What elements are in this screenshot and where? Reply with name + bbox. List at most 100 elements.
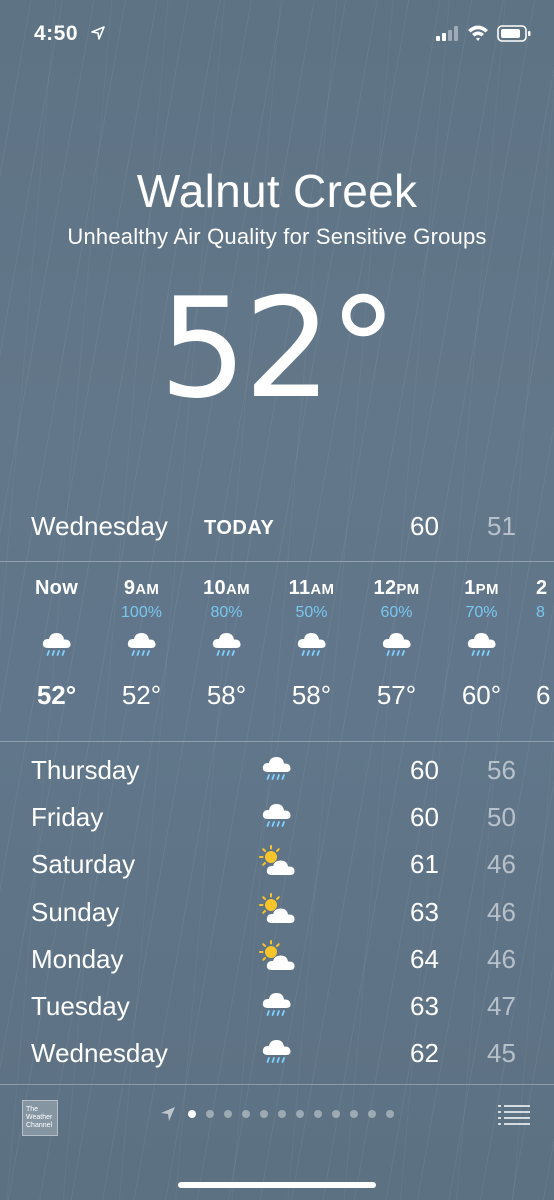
current-temperature: 52°: [159, 268, 398, 429]
page-dot[interactable]: [242, 1110, 250, 1118]
page-dot[interactable]: [188, 1110, 196, 1118]
day-high: 61: [410, 849, 439, 880]
page-dot[interactable]: [296, 1110, 304, 1118]
page-dot[interactable]: [260, 1110, 268, 1118]
day-name: Sunday: [31, 896, 120, 927]
rain-cloud-icon: [466, 632, 496, 656]
hour-temp: 52°: [121, 680, 162, 710]
status-bar: 4:50: [0, 0, 554, 70]
hour-label: 12: [373, 577, 397, 599]
page-dot[interactable]: [368, 1110, 376, 1118]
day-low: 56: [487, 755, 516, 785]
current-location-icon: [161, 1107, 175, 1121]
hour-label: 2: [536, 577, 548, 599]
wifi-icon: [468, 25, 488, 41]
day-high: 63: [410, 896, 439, 927]
hour-pop: 50%: [295, 604, 328, 621]
day-row: Wednesday 62 45: [0, 1030, 554, 1077]
hour-col-partial: 2 8 6: [536, 563, 554, 711]
today-low: 51: [487, 511, 516, 541]
page-dot[interactable]: [314, 1110, 322, 1118]
location-arrow-icon: [91, 26, 105, 40]
rain-cloud-icon: [296, 632, 326, 656]
hour-ampm: AM: [310, 581, 335, 598]
partly-sunny-icon: [259, 845, 296, 877]
page-dot[interactable]: [206, 1110, 214, 1118]
rain-cloud-icon: [126, 632, 156, 656]
hour-pop: 60%: [380, 604, 413, 621]
daily-forecast[interactable]: Thursday 60 56 Friday 60 50 Saturday 61 …: [0, 747, 554, 1077]
day-name: Thursday: [31, 755, 140, 785]
hour-col-11am: 11AM 50% 58°: [269, 563, 354, 711]
city-name: Walnut Creek: [136, 165, 418, 217]
hour-temp: 60°: [461, 680, 502, 710]
day-low: 46: [487, 943, 516, 974]
hour-label: 1: [464, 577, 476, 599]
rain-cloud-icon: [381, 632, 411, 656]
rain-cloud-icon: [261, 756, 292, 780]
today-day-name: Wednesday: [31, 511, 168, 541]
rain-cloud-icon: [261, 992, 292, 1016]
day-low: 46: [487, 849, 516, 880]
home-indicator[interactable]: [178, 1182, 376, 1188]
hour-col-1pm: 1PM 70% 60°: [439, 563, 524, 711]
day-name: Friday: [31, 802, 104, 833]
hour-ampm: AM: [135, 581, 160, 598]
day-low: 50: [487, 802, 516, 833]
hourly-forecast[interactable]: Now 52° 9AM 100% 52° 10AM 80% 58° 11AM 5…: [0, 563, 554, 741]
cellular-signal-icon: [436, 26, 458, 41]
day-high: 60: [410, 755, 439, 785]
hour-ampm: PM: [475, 581, 499, 598]
hour-pop: 70%: [465, 604, 498, 621]
day-name: Monday: [31, 943, 124, 974]
today-high: 60: [410, 511, 439, 541]
day-high: 63: [410, 990, 439, 1021]
hour-label: Now: [34, 577, 79, 599]
hour-col-9am: 9AM 100% 52°: [99, 563, 184, 711]
day-row: Saturday 61 46: [0, 841, 554, 888]
today-row: Wednesday TODAY 60 51: [0, 506, 554, 552]
divider: [0, 741, 554, 742]
day-high: 62: [410, 1038, 439, 1069]
day-name: Saturday: [31, 849, 136, 880]
rain-cloud-icon: [211, 632, 241, 656]
page-dot[interactable]: [332, 1110, 340, 1118]
day-row: Monday 64 46: [0, 936, 554, 983]
page-dot[interactable]: [386, 1110, 394, 1118]
page-dot[interactable]: [224, 1110, 232, 1118]
hour-temp: 57°: [376, 680, 417, 710]
hour-pop: 100%: [121, 604, 162, 621]
hour-pop: [14, 604, 99, 626]
city-list-icon[interactable]: [498, 1104, 530, 1126]
hour-pop: 8: [536, 604, 545, 621]
hour-col-now: Now 52°: [14, 563, 99, 711]
partly-sunny-icon: [259, 939, 296, 971]
day-high: 64: [410, 943, 439, 974]
hour-label: 10: [203, 577, 226, 599]
rain-cloud-icon: [41, 632, 71, 656]
divider: [0, 561, 554, 562]
today-tag: TODAY: [204, 517, 275, 539]
rain-cloud-icon: [261, 803, 292, 828]
day-row: Friday 60 50: [0, 794, 554, 841]
day-name: Tuesday: [31, 990, 130, 1021]
day-low: 47: [487, 990, 516, 1021]
day-name: Wednesday: [31, 1038, 168, 1069]
hour-col-12pm: 12PM 60% 57°: [354, 563, 439, 711]
page-dot[interactable]: [350, 1110, 358, 1118]
battery-icon: [497, 25, 531, 42]
page-dot[interactable]: [278, 1110, 286, 1118]
day-low: 46: [487, 896, 516, 927]
weather-channel-logo[interactable]: The Weather Channel: [22, 1100, 58, 1136]
hour-label: 11: [288, 577, 311, 599]
hour-temp: 58°: [206, 680, 247, 710]
hour-pop: 80%: [210, 604, 243, 621]
hour-col-10am: 10AM 80% 58°: [184, 563, 269, 711]
day-row: Tuesday 63 47: [0, 983, 554, 1030]
day-low: 45: [487, 1038, 516, 1069]
hour-ampm: PM: [396, 581, 420, 598]
status-time: 4:50: [34, 22, 79, 45]
hour-ampm: AM: [225, 581, 250, 598]
hour-temp: 6: [536, 680, 551, 710]
rain-cloud-icon: [261, 1039, 292, 1064]
